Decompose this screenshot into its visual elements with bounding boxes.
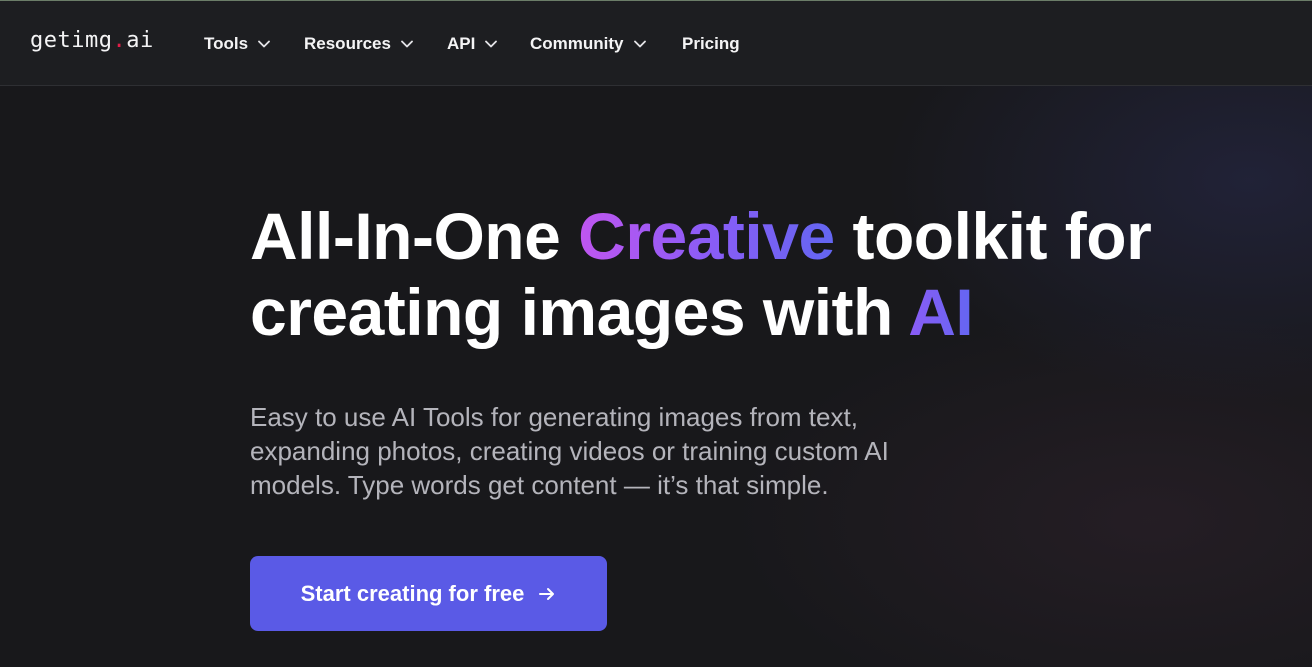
start-creating-label: Start creating for free [300,580,525,606]
hero-title: All-In-One Creative toolkit for creating … [250,198,1152,350]
page: getimg.ai Tools Resources API Community … [0,0,1312,667]
arrow-right-icon [539,587,555,600]
nav-resources-label: Resources [304,34,391,53]
chevron-down-icon [401,40,413,48]
nav-api[interactable]: API [447,32,498,56]
nav-pricing[interactable]: Pricing [682,32,740,56]
start-creating-button[interactable]: Start creating for free [250,556,607,631]
hero-title-part1: All-In-One [250,199,579,273]
nav-tools[interactable]: Tools [204,32,270,56]
hero-title-highlight-creative: Creative [578,199,835,273]
logo[interactable]: getimg.ai [30,28,154,53]
hero-title-part3: creating images with [250,275,909,349]
nav-resources[interactable]: Resources [304,32,413,56]
logo-prefix: getimg [30,28,113,53]
nav-community[interactable]: Community [530,32,646,56]
hero-title-highlight-ai: AI [908,275,974,349]
nav-tools-label: Tools [204,34,249,53]
hero-description: Easy to use AI Tools for generating imag… [250,402,889,500]
logo-suffix: ai [126,28,154,53]
navbar: getimg.ai Tools Resources API Community … [0,1,1312,86]
chevron-down-icon [633,40,646,48]
chevron-down-icon [485,40,498,48]
nav-community-label: Community [530,34,624,53]
nav-api-label: API [447,34,476,53]
nav-pricing-label: Pricing [682,34,740,53]
logo-dot: . [112,28,127,53]
chevron-down-icon [258,40,270,48]
hero-title-part2: toolkit for [834,199,1152,273]
